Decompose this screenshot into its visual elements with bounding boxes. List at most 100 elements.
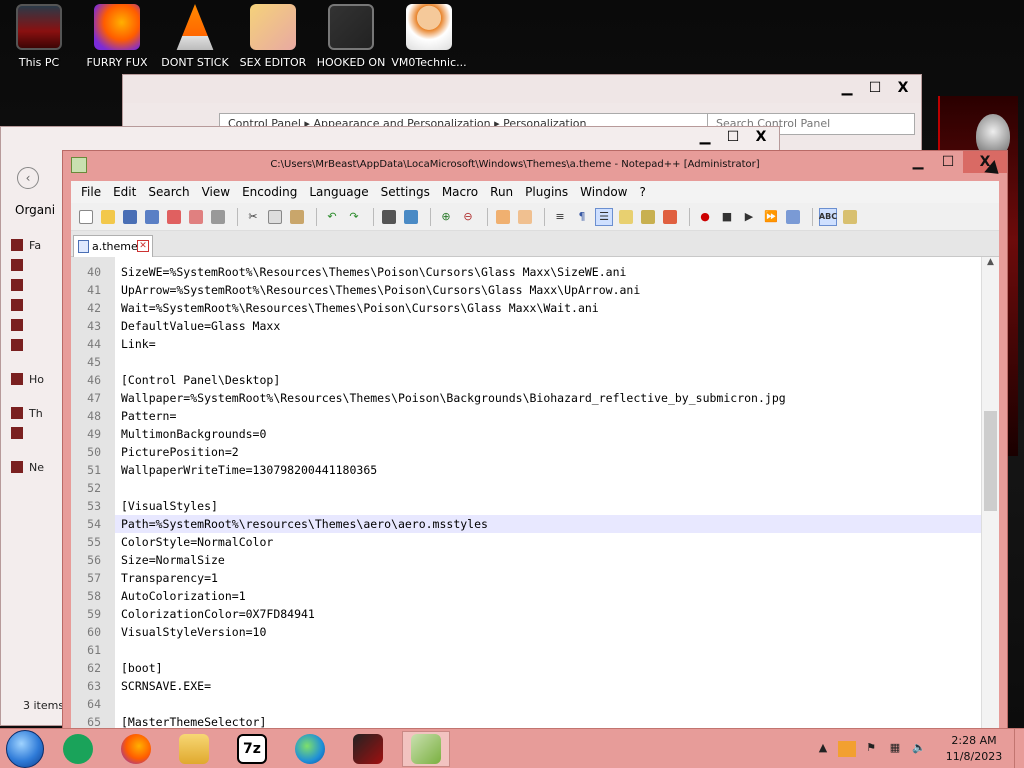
back-arrow-icon[interactable]: ‹	[17, 167, 39, 189]
nav-item[interactable]	[11, 335, 65, 355]
redo-icon[interactable]: ↷	[345, 208, 363, 226]
menu-help[interactable]: ?	[633, 185, 651, 199]
editor-line: 55 ColorStyle=NormalColor	[71, 533, 981, 551]
nav-item[interactable]: Fa	[11, 235, 65, 255]
network-icon[interactable]: ▦	[886, 741, 904, 757]
volume-icon[interactable]: 🔈	[910, 741, 928, 757]
taskbar-app-notepadpp[interactable]	[402, 730, 450, 767]
desktop-icon-this-pc[interactable]: This PC	[0, 4, 78, 69]
save-macro-icon[interactable]	[784, 208, 802, 226]
nav-item[interactable]: Ne	[11, 457, 65, 477]
menu-run[interactable]: Run	[484, 185, 519, 199]
nav-item[interactable]	[11, 295, 65, 315]
scroll-up-icon[interactable]: ▲	[982, 257, 999, 273]
sync-vertical-icon[interactable]	[494, 208, 512, 226]
nav-item[interactable]	[11, 423, 65, 443]
run-macro-multiple-icon[interactable]: ⏩	[762, 208, 780, 226]
nav-item[interactable]	[11, 255, 65, 275]
replace-icon[interactable]	[402, 208, 420, 226]
organize-menu[interactable]: Organi	[15, 203, 55, 217]
notepadpp-window[interactable]: C:\Users\MrBeast\AppData\LocaMicrosoft\W…	[62, 150, 1008, 731]
app-tray-icon[interactable]	[838, 740, 856, 757]
menu-encoding[interactable]: Encoding	[236, 185, 303, 199]
doc-map-icon[interactable]	[617, 208, 635, 226]
desktop-icon-vm0technic[interactable]: VM0Technic...	[390, 4, 468, 69]
tab-a-theme[interactable]: a.theme ✕	[73, 235, 153, 257]
close-button[interactable]: X	[889, 77, 917, 99]
close-file-icon[interactable]	[165, 208, 183, 226]
save-icon[interactable]	[121, 208, 139, 226]
nav-item[interactable]	[11, 275, 65, 295]
desktop-icon-hooked-on[interactable]: HOOKED ON	[312, 4, 390, 69]
print-icon[interactable]	[209, 208, 227, 226]
editor[interactable]: 40 SizeWE=%SystemRoot%\Resources\Themes\P…	[71, 257, 999, 731]
vertical-scrollbar[interactable]: ▲	[981, 257, 999, 729]
show-desktop-button[interactable]	[1014, 728, 1024, 768]
nav-item[interactable]: Ho	[11, 369, 65, 389]
taskbar-app-edge[interactable]	[286, 731, 334, 767]
play-macro-icon[interactable]: ▶	[740, 208, 758, 226]
find-icon[interactable]	[380, 208, 398, 226]
flag-icon[interactable]: ⚑	[862, 741, 880, 757]
menu-search[interactable]: Search	[142, 185, 195, 199]
start-button[interactable]	[6, 729, 44, 768]
editor-line: 40 SizeWE=%SystemRoot%\Resources\Themes\P…	[71, 263, 981, 281]
spell-check-icon[interactable]: ABC	[819, 207, 837, 226]
close-button[interactable]: X	[747, 127, 775, 147]
function-list-icon[interactable]	[639, 208, 657, 226]
editor-line: 51 WallpaperWriteTime=130798200441180365	[71, 461, 981, 479]
menu-file[interactable]: File	[75, 185, 107, 199]
clock[interactable]: 2:28 AM 11/8/2023	[938, 733, 1010, 765]
menu-language[interactable]: Language	[303, 185, 374, 199]
record-macro-icon[interactable]: ●	[696, 208, 714, 226]
folder-workspace-icon[interactable]	[661, 208, 679, 226]
zoom-in-icon[interactable]: ⊕	[437, 208, 455, 226]
show-hidden-icons-icon[interactable]: ▲	[814, 741, 832, 757]
folder-icon	[11, 279, 23, 291]
desktop-icon-furry-fux[interactable]: FURRY FUX	[78, 4, 156, 69]
menu-edit[interactable]: Edit	[107, 185, 142, 199]
menu-settings[interactable]: Settings	[375, 185, 436, 199]
indent-guide-icon[interactable]: ☰	[595, 207, 613, 226]
maximize-button[interactable]: ☐	[861, 77, 889, 99]
editor-line: 44 Link=	[71, 335, 981, 353]
scrollbar-thumb[interactable]	[984, 411, 997, 511]
close-all-icon[interactable]	[187, 208, 205, 226]
word-wrap-icon[interactable]: ≡	[551, 208, 569, 226]
taskbar-app-firefox[interactable]	[112, 731, 160, 767]
taskbar-app-game[interactable]	[344, 731, 392, 767]
maximize-button[interactable]: ☐	[933, 151, 963, 173]
cut-icon[interactable]: ✂	[244, 208, 262, 226]
save-all-icon[interactable]	[143, 208, 161, 226]
window-titlebar[interactable]: C:\Users\MrBeast\AppData\LocaMicrosoft\W…	[63, 151, 1007, 181]
menu-plugins[interactable]: Plugins	[519, 185, 574, 199]
taskbar-app-file-explorer[interactable]	[170, 731, 218, 767]
maximize-button[interactable]: ☐	[719, 127, 747, 147]
zoom-out-icon[interactable]: ⊖	[459, 208, 477, 226]
plugin-icon[interactable]	[841, 208, 859, 226]
nav-item[interactable]: Th	[11, 403, 65, 423]
paste-icon[interactable]	[288, 208, 306, 226]
taskbar-app-7zip[interactable]: 7z	[228, 731, 276, 767]
minimize-button[interactable]: ▁	[833, 77, 861, 99]
stop-macro-icon[interactable]: ■	[718, 208, 736, 226]
new-file-icon[interactable]	[77, 208, 95, 226]
desktop-icon-dont-stick[interactable]: DONT STICK	[156, 4, 234, 69]
menu-view[interactable]: View	[196, 185, 236, 199]
minimize-button[interactable]: ▁	[903, 151, 933, 173]
control-panel-titlebar[interactable]: ▁ ☐ X	[123, 75, 921, 103]
copy-icon[interactable]	[266, 208, 284, 226]
open-file-icon[interactable]	[99, 208, 117, 226]
minimize-button[interactable]: ▁	[691, 127, 719, 147]
close-tab-icon[interactable]: ✕	[137, 240, 149, 252]
homegroup-icon	[11, 373, 23, 385]
editor-line: 46 [Control Panel\Desktop]	[71, 371, 981, 389]
show-all-chars-icon[interactable]: ¶	[573, 208, 591, 226]
desktop-icon-sex-editor[interactable]: SEX EDITOR	[234, 4, 312, 69]
menu-macro[interactable]: Macro	[436, 185, 484, 199]
menu-window[interactable]: Window	[574, 185, 633, 199]
taskbar-app-notes[interactable]	[54, 731, 102, 767]
sync-horizontal-icon[interactable]	[516, 208, 534, 226]
nav-item[interactable]	[11, 315, 65, 335]
undo-icon[interactable]: ↶	[323, 208, 341, 226]
